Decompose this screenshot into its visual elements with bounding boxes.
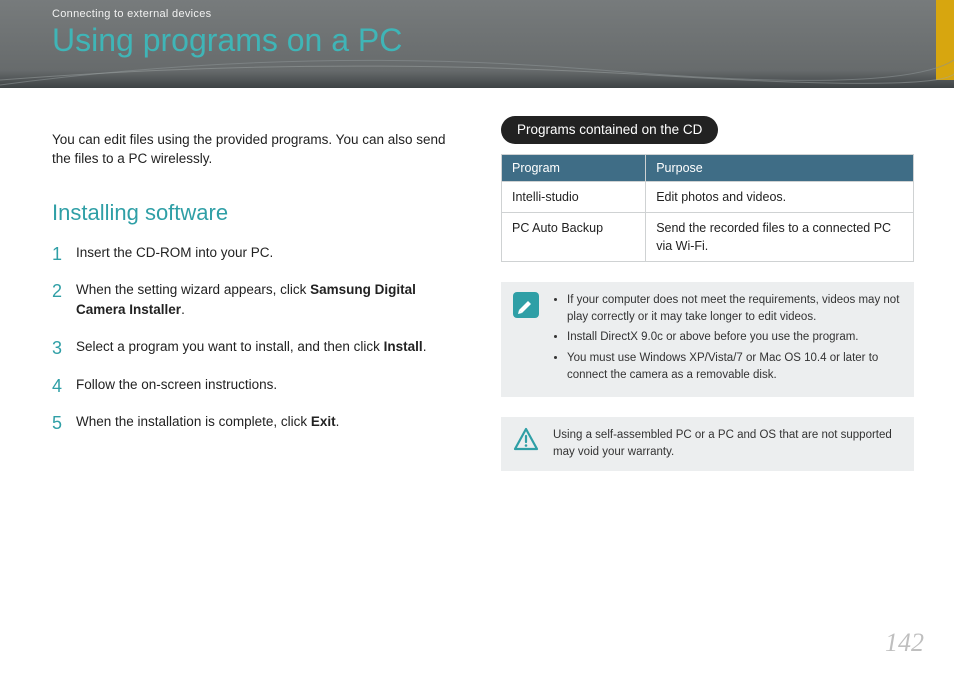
note-icon: [513, 292, 539, 318]
step-suffix: .: [423, 339, 427, 354]
step-bold: Install: [384, 339, 423, 354]
warning-text: Using a self-assembled PC or a PC and OS…: [553, 427, 902, 460]
step-bold: Exit: [311, 414, 336, 429]
note-item: If your computer does not meet the requi…: [567, 292, 902, 325]
table-cell: Edit photos and videos.: [646, 181, 914, 212]
right-column: Programs contained on the CD Program Pur…: [501, 116, 914, 471]
step-5: When the installation is complete, click…: [52, 412, 465, 432]
page-number: 142: [885, 628, 924, 658]
step-text: Select a program you want to install, an…: [76, 339, 384, 354]
left-column: You can edit files using the provided pr…: [52, 116, 465, 471]
step-text: Insert the CD-ROM into your PC.: [76, 245, 273, 260]
pill-heading: Programs contained on the CD: [501, 116, 718, 144]
table-cell: Intelli-studio: [502, 181, 646, 212]
step-suffix: .: [181, 302, 185, 317]
header-accent: [936, 0, 954, 80]
step-suffix: .: [336, 414, 340, 429]
step-3: Select a program you want to install, an…: [52, 337, 465, 357]
table-cell: Send the recorded files to a connected P…: [646, 212, 914, 261]
table-header: Program: [502, 154, 646, 181]
table-header: Purpose: [646, 154, 914, 181]
page-header: Connecting to external devices Using pro…: [0, 0, 954, 88]
step-text: Follow the on-screen instructions.: [76, 377, 277, 392]
table-row: PC Auto Backup Send the recorded files t…: [502, 212, 914, 261]
content-area: You can edit files using the provided pr…: [0, 88, 954, 471]
step-text: When the setting wizard appears, click: [76, 282, 310, 297]
warning-callout: Using a self-assembled PC or a PC and OS…: [501, 417, 914, 470]
header-swoosh: [0, 55, 954, 90]
table-header-row: Program Purpose: [502, 154, 914, 181]
warning-icon: [513, 427, 539, 453]
section-heading: Installing software: [52, 197, 465, 229]
step-4: Follow the on-screen instructions.: [52, 375, 465, 395]
step-1: Insert the CD-ROM into your PC.: [52, 243, 465, 263]
note-callout: If your computer does not meet the requi…: [501, 282, 914, 397]
breadcrumb: Connecting to external devices: [52, 8, 954, 20]
step-text: When the installation is complete, click: [76, 414, 311, 429]
table-row: Intelli-studio Edit photos and videos.: [502, 181, 914, 212]
page-title: Using programs on a PC: [52, 22, 954, 59]
table-cell: PC Auto Backup: [502, 212, 646, 261]
programs-table: Program Purpose Intelli-studio Edit phot…: [501, 154, 914, 263]
intro-text: You can edit files using the provided pr…: [52, 130, 465, 169]
note-item: Install DirectX 9.0c or above before you…: [567, 329, 902, 346]
install-steps: Insert the CD-ROM into your PC. When the…: [52, 243, 465, 432]
note-item: You must use Windows XP/Vista/7 or Mac O…: [567, 350, 902, 383]
step-2: When the setting wizard appears, click S…: [52, 280, 465, 319]
note-list: If your computer does not meet the requi…: [553, 292, 902, 387]
